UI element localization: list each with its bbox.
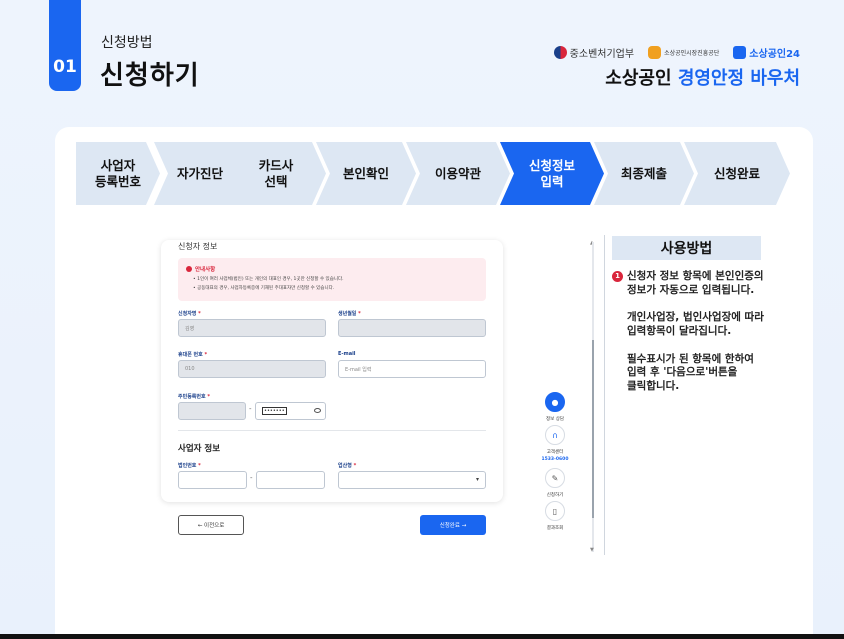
name-field[interactable]: 김영 (178, 319, 326, 337)
prev-button[interactable]: ← 이전으로 (178, 515, 244, 535)
quick-apply[interactable]: ✎ 신청하기 (538, 468, 572, 498)
applicant-section-title: 신청자 정보 (178, 242, 218, 251)
chat-icon: ● (545, 392, 565, 412)
step-identity-check: 본인확인 (316, 142, 416, 205)
birth-label: 생년월일 * (338, 311, 361, 317)
corp-number-front-input[interactable] (178, 471, 247, 489)
step-application-info: 신청정보 입력 (500, 142, 604, 205)
mss-logo: 중소벤처기업부 (553, 45, 634, 60)
alert-icon (186, 266, 192, 272)
application-form: 신청자 정보 안내사항 • 1인이 여러 사업체(법인) 또는 개인의 대표인 … (161, 240, 503, 502)
step-business-number: 사업자 등록번호 (76, 142, 160, 205)
page-subtitle: 신청방법 (101, 35, 153, 51)
chevron-down-icon: ▾ (475, 476, 479, 483)
step-complete: 신청완료 (684, 142, 790, 205)
call-center-phone: 1533-0600 (541, 457, 569, 462)
submit-button[interactable]: 신청완료 → (420, 515, 486, 535)
step-card-select: 카드사 선택 (226, 142, 326, 205)
corp-number-dash: - (250, 474, 253, 482)
sb24-icon (733, 46, 747, 59)
email-label: E-mail (338, 351, 356, 357)
taeguk-icon (553, 46, 567, 59)
quick-call-center[interactable]: ∩ 고객센터 1533-0600 (538, 425, 572, 462)
step-terms: 이용약관 (406, 142, 510, 205)
semas-logo: 소상공인시장진흥공단 (648, 46, 719, 59)
eye-icon[interactable] (314, 408, 321, 413)
phone-label: 휴대폰 번호 * (178, 352, 208, 358)
headset-icon: ∩ (545, 425, 565, 445)
phone-field[interactable]: 010 (178, 360, 326, 378)
step-progress: 사업자 등록번호 자가진단 카드사 선택 본인확인 이용약관 신청정보 입력 최… (76, 142, 790, 205)
industry-select[interactable]: ▾ (338, 471, 486, 489)
scrollbar-thumb[interactable] (592, 340, 594, 518)
page-title: 신청하기 (100, 61, 200, 91)
name-label: 신청자명 * (178, 311, 201, 317)
sb24-logo: 소상공인24 (733, 45, 800, 60)
quick-info-check[interactable]: ● 정보 상담 (538, 392, 572, 422)
industry-label: 업산형 * (338, 463, 357, 469)
scroll-down-icon[interactable]: ▼ (590, 547, 594, 553)
email-input[interactable]: E-mail 입력 (338, 360, 486, 378)
partner-logos: 중소벤처기업부 소상공인시장진흥공단 소상공인24 (553, 45, 800, 60)
usage-title: 사용방법 (612, 236, 761, 260)
corp-number-label: 법인번호 * (178, 463, 201, 469)
corp-number-back-input[interactable] (256, 471, 325, 489)
rrn-dash: - (249, 405, 252, 413)
voucher-title: 소상공인 경영안정 바우처 (605, 68, 800, 89)
semas-icon (648, 46, 662, 59)
bottom-border (0, 634, 844, 639)
edit-icon: ✎ (545, 468, 565, 488)
notice-box: 안내사항 • 1인이 여러 사업체(법인) 또는 개인의 대표인 경우, 1곳만… (178, 258, 486, 301)
section-divider (178, 430, 486, 431)
step-number-icon: 1 (612, 271, 623, 282)
rrn-back-input[interactable]: ••••••• (255, 402, 326, 420)
business-section-title: 사업자 정보 (178, 444, 221, 454)
birth-field[interactable] (338, 319, 486, 337)
document-search-icon: ▯ (545, 501, 565, 521)
step-number-badge: 01 (49, 0, 81, 91)
rrn-label: 주민등록번호 * (178, 394, 210, 400)
rrn-front-field[interactable] (178, 402, 246, 420)
step-final-submit: 최종제출 (594, 142, 694, 205)
side-divider (604, 235, 605, 555)
quick-result[interactable]: ▯ 결과조회 (538, 501, 572, 531)
usage-description: 1 신청자 정보 항목에 본인인증의 정보가 자동으로 입력됩니다. 개인사업장… (612, 270, 772, 407)
